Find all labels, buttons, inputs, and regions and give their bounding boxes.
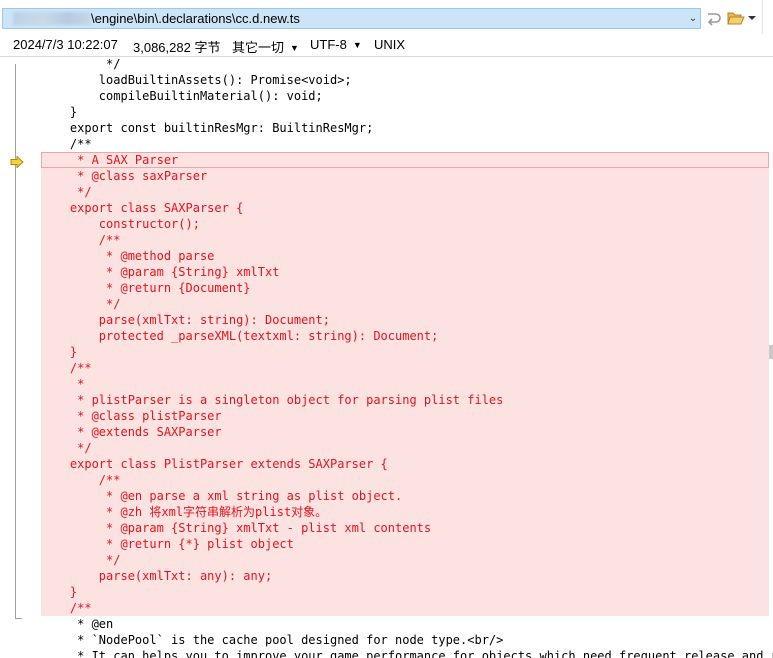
code-line[interactable]: * @en parse a xml string as plist object… xyxy=(41,488,769,504)
code-line[interactable]: */ xyxy=(41,296,769,312)
code-line[interactable]: */ xyxy=(41,440,769,456)
code-line[interactable]: export const builtinResMgr: BuiltinResMg… xyxy=(41,120,769,136)
code-line[interactable]: * @extends SAXParser xyxy=(41,424,769,440)
code-line[interactable]: * It can helps you to improve your game … xyxy=(41,648,773,658)
code-line[interactable]: * @return {Document} xyxy=(41,280,769,296)
caret-down-icon: ▼ xyxy=(290,43,299,53)
code-line[interactable]: * @class plistParser xyxy=(41,408,769,424)
code-editor[interactable]: */ loadBuiltinAssets(): Promise<void>; c… xyxy=(0,58,773,658)
code-line[interactable]: /** xyxy=(41,360,769,376)
code-line[interactable]: * @return {*} plist object xyxy=(41,536,769,552)
code-line[interactable]: */ xyxy=(41,58,769,72)
encoding-label: UTF-8 xyxy=(310,37,347,52)
fold-line xyxy=(15,64,16,618)
scrollbar-thumb[interactable] xyxy=(769,345,773,359)
encoding-select[interactable]: UTF-8 ▼ xyxy=(310,37,362,52)
code-line[interactable]: } xyxy=(41,584,769,600)
code-line[interactable]: */ xyxy=(41,552,769,568)
code-line[interactable]: */ xyxy=(41,184,769,200)
code-line[interactable]: * xyxy=(41,376,769,392)
code-line[interactable]: /** xyxy=(41,136,769,152)
encoding-group-select[interactable]: 其它一切 ▼ xyxy=(232,37,299,56)
code-line[interactable]: * @class saxParser xyxy=(41,168,769,184)
reload-arrow-icon[interactable] xyxy=(705,10,723,27)
scrollbar-top xyxy=(762,0,773,34)
code-line[interactable]: } xyxy=(41,104,769,120)
status-bar: 2024/7/3 10:22:07 3,086,282 字节 其它一切 ▼ UTF… xyxy=(0,34,773,57)
encoding-group-label: 其它一切 xyxy=(232,40,285,55)
fold-end-tick xyxy=(15,618,22,619)
code-line[interactable]: /** xyxy=(41,232,769,248)
code-line[interactable]: constructor(); xyxy=(41,216,769,232)
chevron-down-icon[interactable]: ⌄ xyxy=(686,13,700,25)
code-line[interactable]: parse(xmlTxt: string): Document; xyxy=(41,312,769,328)
file-size: 3,086,282 字节 xyxy=(133,40,221,55)
code-line[interactable]: loadBuiltinAssets(): Promise<void>; xyxy=(41,72,769,88)
code-line[interactable]: * @en xyxy=(41,616,769,632)
file-datetime: 2024/7/3 10:22:07 xyxy=(13,37,118,52)
code-line[interactable]: * `NodePool` is the cache pool designed … xyxy=(41,632,769,648)
code-line[interactable]: * @param {String} xmlTxt - plist xml con… xyxy=(41,520,769,536)
code-line[interactable]: export class PlistParser extends SAXPars… xyxy=(41,456,769,472)
code-line[interactable]: protected _parseXML(textxml: string): Do… xyxy=(41,328,769,344)
folder-open-icon[interactable] xyxy=(727,9,757,27)
code-line[interactable]: * @param {String} xmlTxt xyxy=(41,264,769,280)
code-line[interactable]: } xyxy=(41,344,769,360)
code-lines[interactable]: */ loadBuiltinAssets(): Promise<void>; c… xyxy=(41,58,773,658)
code-line[interactable]: * @method parse xyxy=(41,248,769,264)
path-text: \engine\bin\.declarations\cc.d.new.ts xyxy=(91,11,300,26)
gutter xyxy=(0,58,40,658)
path-bar: \engine\bin\.declarations\cc.d.new.ts ⌄ xyxy=(0,0,773,34)
code-line[interactable]: /** xyxy=(41,600,769,616)
code-line[interactable]: * @zh 将xml字符串解析为plist对象。 xyxy=(41,504,769,520)
code-line[interactable]: compileBuiltinMaterial(): void; xyxy=(41,88,769,104)
code-line[interactable]: /** xyxy=(41,472,769,488)
path-prefix-redacted xyxy=(13,12,91,25)
path-input[interactable]: \engine\bin\.declarations\cc.d.new.ts ⌄ xyxy=(2,8,701,29)
bookmark-arrow-icon xyxy=(10,155,24,171)
code-line[interactable]: * A SAX Parser xyxy=(41,152,769,168)
code-line[interactable]: parse(xmlTxt: any): any; xyxy=(41,568,769,584)
code-line[interactable]: * plistParser is a singleton object for … xyxy=(41,392,769,408)
code-line[interactable]: export class SAXParser { xyxy=(41,200,769,216)
caret-down-icon: ▼ xyxy=(352,40,362,50)
line-ending[interactable]: UNIX xyxy=(374,37,405,52)
